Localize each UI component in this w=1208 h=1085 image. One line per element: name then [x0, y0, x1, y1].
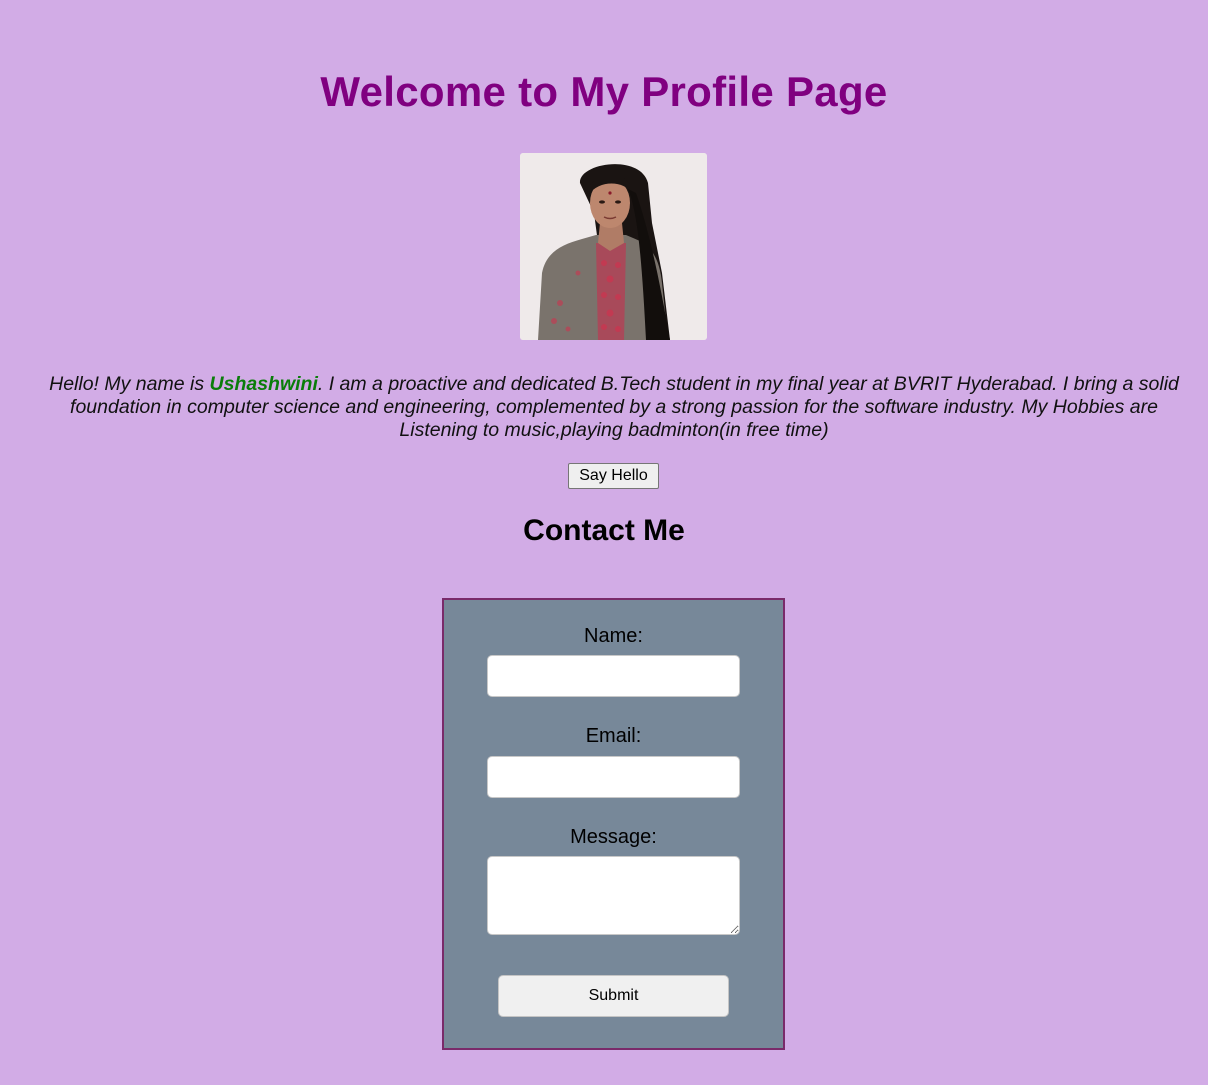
say-hello-button[interactable]: Say Hello — [568, 463, 659, 489]
profile-photo — [520, 153, 707, 340]
bio-paragraph: Hello! My name is Ushashwini. I am a pro… — [44, 373, 1184, 442]
email-label: Email: — [585, 725, 642, 747]
bio-prefix: Hello! My name is — [49, 373, 210, 395]
name-field[interactable] — [487, 655, 740, 697]
profile-name: Ushashwini — [209, 373, 318, 395]
contact-heading: Contact Me — [523, 514, 685, 547]
name-label: Name: — [584, 625, 643, 647]
page-title: Welcome to My Profile Page — [320, 68, 888, 115]
message-field[interactable] — [487, 856, 740, 935]
contact-form: Name: Email: Message: Submit — [442, 598, 785, 1050]
message-label: Message: — [570, 826, 657, 848]
submit-button[interactable]: Submit — [498, 975, 729, 1017]
email-field[interactable] — [487, 756, 740, 798]
